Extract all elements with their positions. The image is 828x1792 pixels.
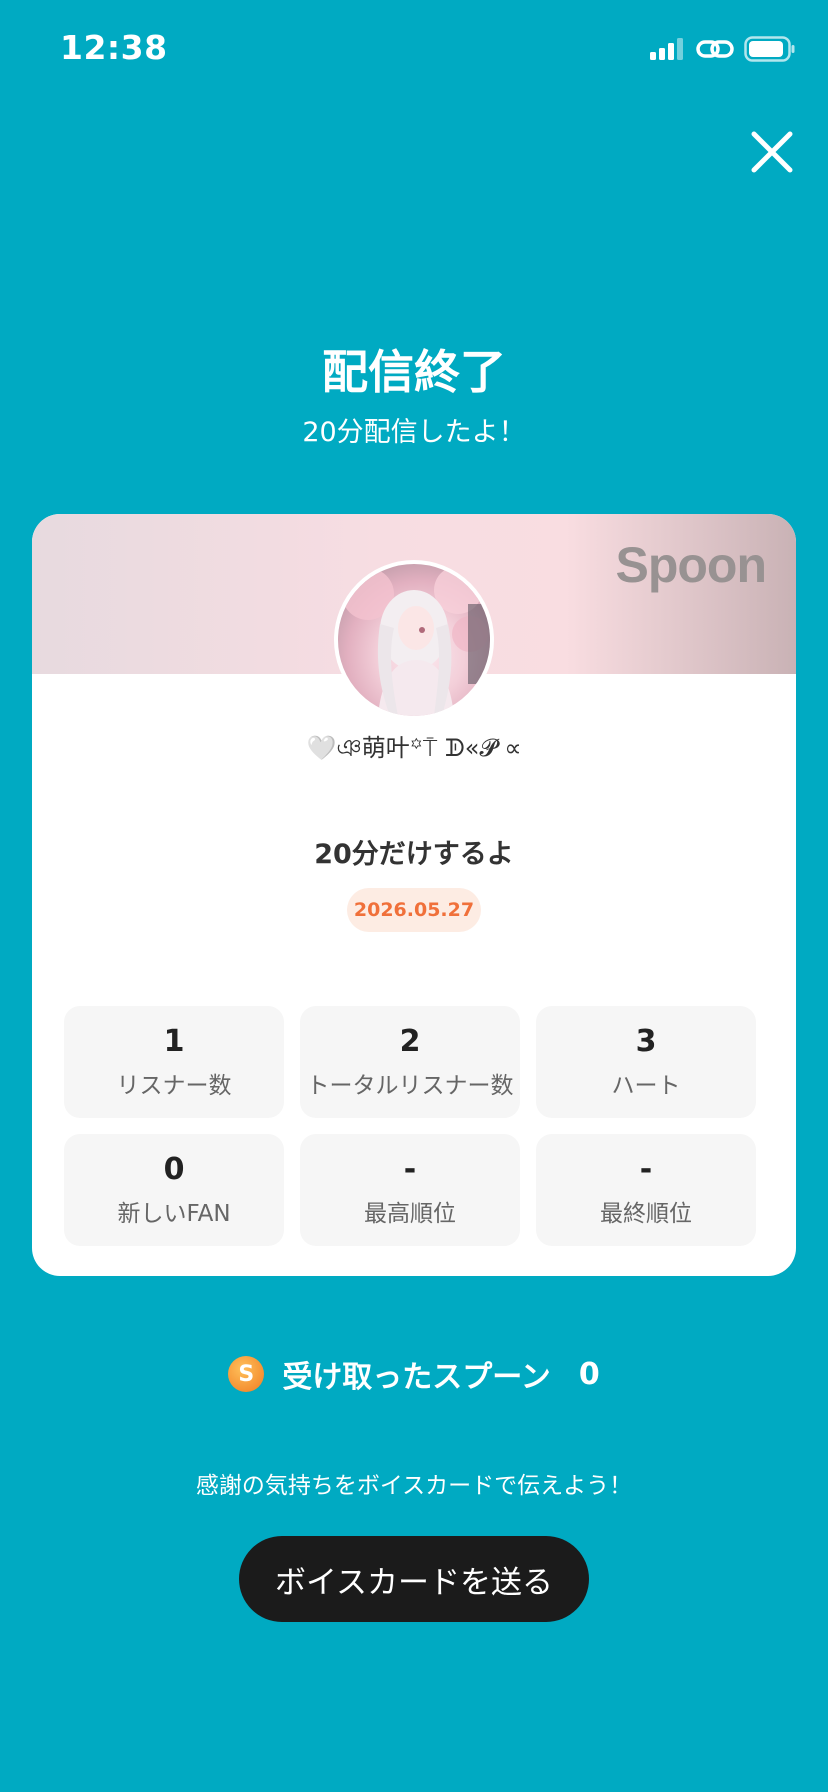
close-icon[interactable] xyxy=(746,126,798,178)
avatar xyxy=(334,560,494,720)
stat-listeners: 1 リスナー数 xyxy=(64,1006,284,1118)
stat-value: 0 xyxy=(163,1152,185,1187)
stat-label: 最終順位 xyxy=(600,1201,692,1227)
link-icon xyxy=(696,36,734,66)
stat-label: ハート xyxy=(611,1073,681,1099)
stat-label: リスナー数 xyxy=(116,1073,232,1099)
stat-new-fans: 0 新しいFAN xyxy=(64,1134,284,1246)
page-title: 配信終了 xyxy=(322,345,506,399)
stat-value: - xyxy=(639,1152,653,1187)
broadcast-summary-card: Spoon 🤍ঞ萌叶꙳⍑ ᗫ«𝓟 ∝ 20分だけするよ 2026.05.27 1… xyxy=(32,514,796,1276)
received-spoons-count: 0 xyxy=(578,1356,600,1392)
received-spoons-label: 受け取ったスプーン xyxy=(282,1360,551,1395)
status-bar: 12:38 xyxy=(0,0,828,100)
status-time: 12:38 xyxy=(60,28,168,67)
stat-value: - xyxy=(403,1152,417,1187)
stat-hearts: 3 ハート xyxy=(536,1006,756,1118)
battery-icon xyxy=(744,36,796,66)
brand-logo: Spoon xyxy=(615,537,767,593)
received-spoons: S 受け取ったスプーン 0 xyxy=(0,1352,828,1396)
stat-total-listeners: 2 トータルリスナー数 xyxy=(300,1006,520,1118)
stats-grid: 1 リスナー数 2 トータルリスナー数 3 ハート 0 新しいFAN - 最高順… xyxy=(64,1006,756,1246)
broadcast-title: 20分だけするよ xyxy=(314,839,514,870)
close-button[interactable] xyxy=(746,126,798,178)
stat-final-rank: - 最終順位 xyxy=(536,1134,756,1246)
date-badge: 2026.05.27 xyxy=(347,888,481,932)
stat-label: トータルリスナー数 xyxy=(306,1073,514,1099)
stat-highest-rank: - 最高順位 xyxy=(300,1134,520,1246)
stat-label: 新しいFAN xyxy=(117,1201,231,1227)
signal-icon xyxy=(650,38,686,64)
thanks-message: 感謝の気持ちをボイスカードで伝えよう！ xyxy=(195,1473,633,1499)
stat-label: 最高順位 xyxy=(364,1201,456,1227)
stat-value: 3 xyxy=(635,1024,657,1059)
stat-value: 2 xyxy=(399,1024,421,1059)
page-subtitle: 20分配信したよ！ xyxy=(302,417,526,448)
status-icons xyxy=(650,36,796,66)
broadcaster-nickname: 🤍ঞ萌叶꙳⍑ ᗫ«𝓟 ∝ xyxy=(306,734,522,762)
stat-value: 1 xyxy=(163,1024,185,1059)
send-voice-card-button[interactable]: ボイスカードを送る xyxy=(239,1536,589,1622)
spoon-coin-icon: S xyxy=(228,1356,265,1392)
